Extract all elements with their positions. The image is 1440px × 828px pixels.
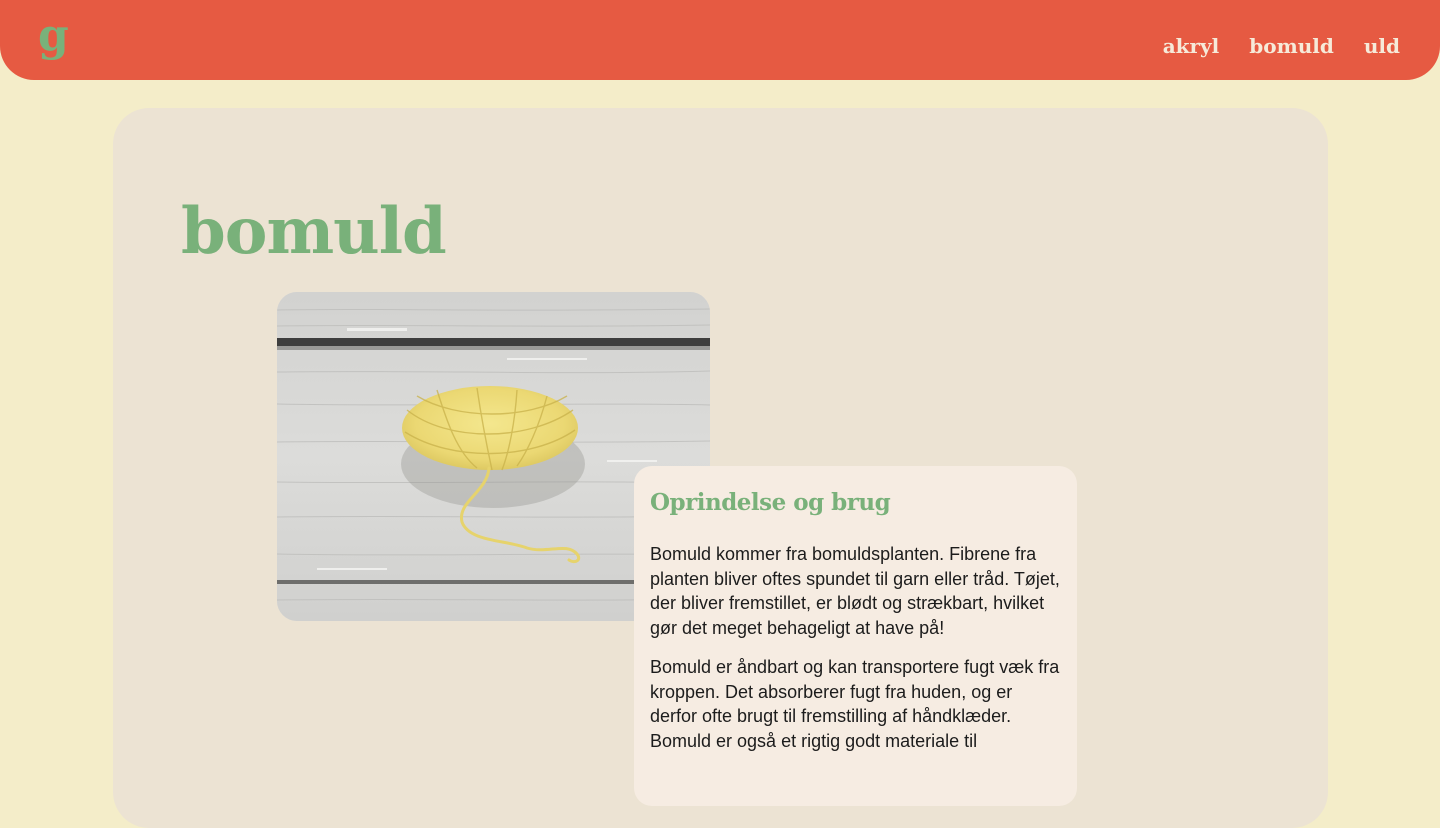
info-paragraph-1: Bomuld kommer fra bomuldsplanten. Fibren… (650, 544, 1060, 639)
info-card: Oprindelse og brug Bomuld kommer fra bom… (634, 466, 1077, 806)
nav-link-uld[interactable]: uld (1364, 33, 1400, 59)
nav-link-akryl[interactable]: akryl (1163, 33, 1220, 59)
page-title: bomuld (181, 194, 447, 269)
site-header: g akryl bomuld uld (0, 0, 1440, 80)
info-paragraph-2: Bomuld er åndbart og kan transportere fu… (650, 656, 1060, 751)
main-nav: akryl bomuld uld (1163, 33, 1400, 59)
logo-link[interactable]: g (38, 14, 69, 58)
info-heading: Oprindelse og brug (650, 489, 891, 516)
nav-link-bomuld[interactable]: bomuld (1249, 33, 1334, 59)
